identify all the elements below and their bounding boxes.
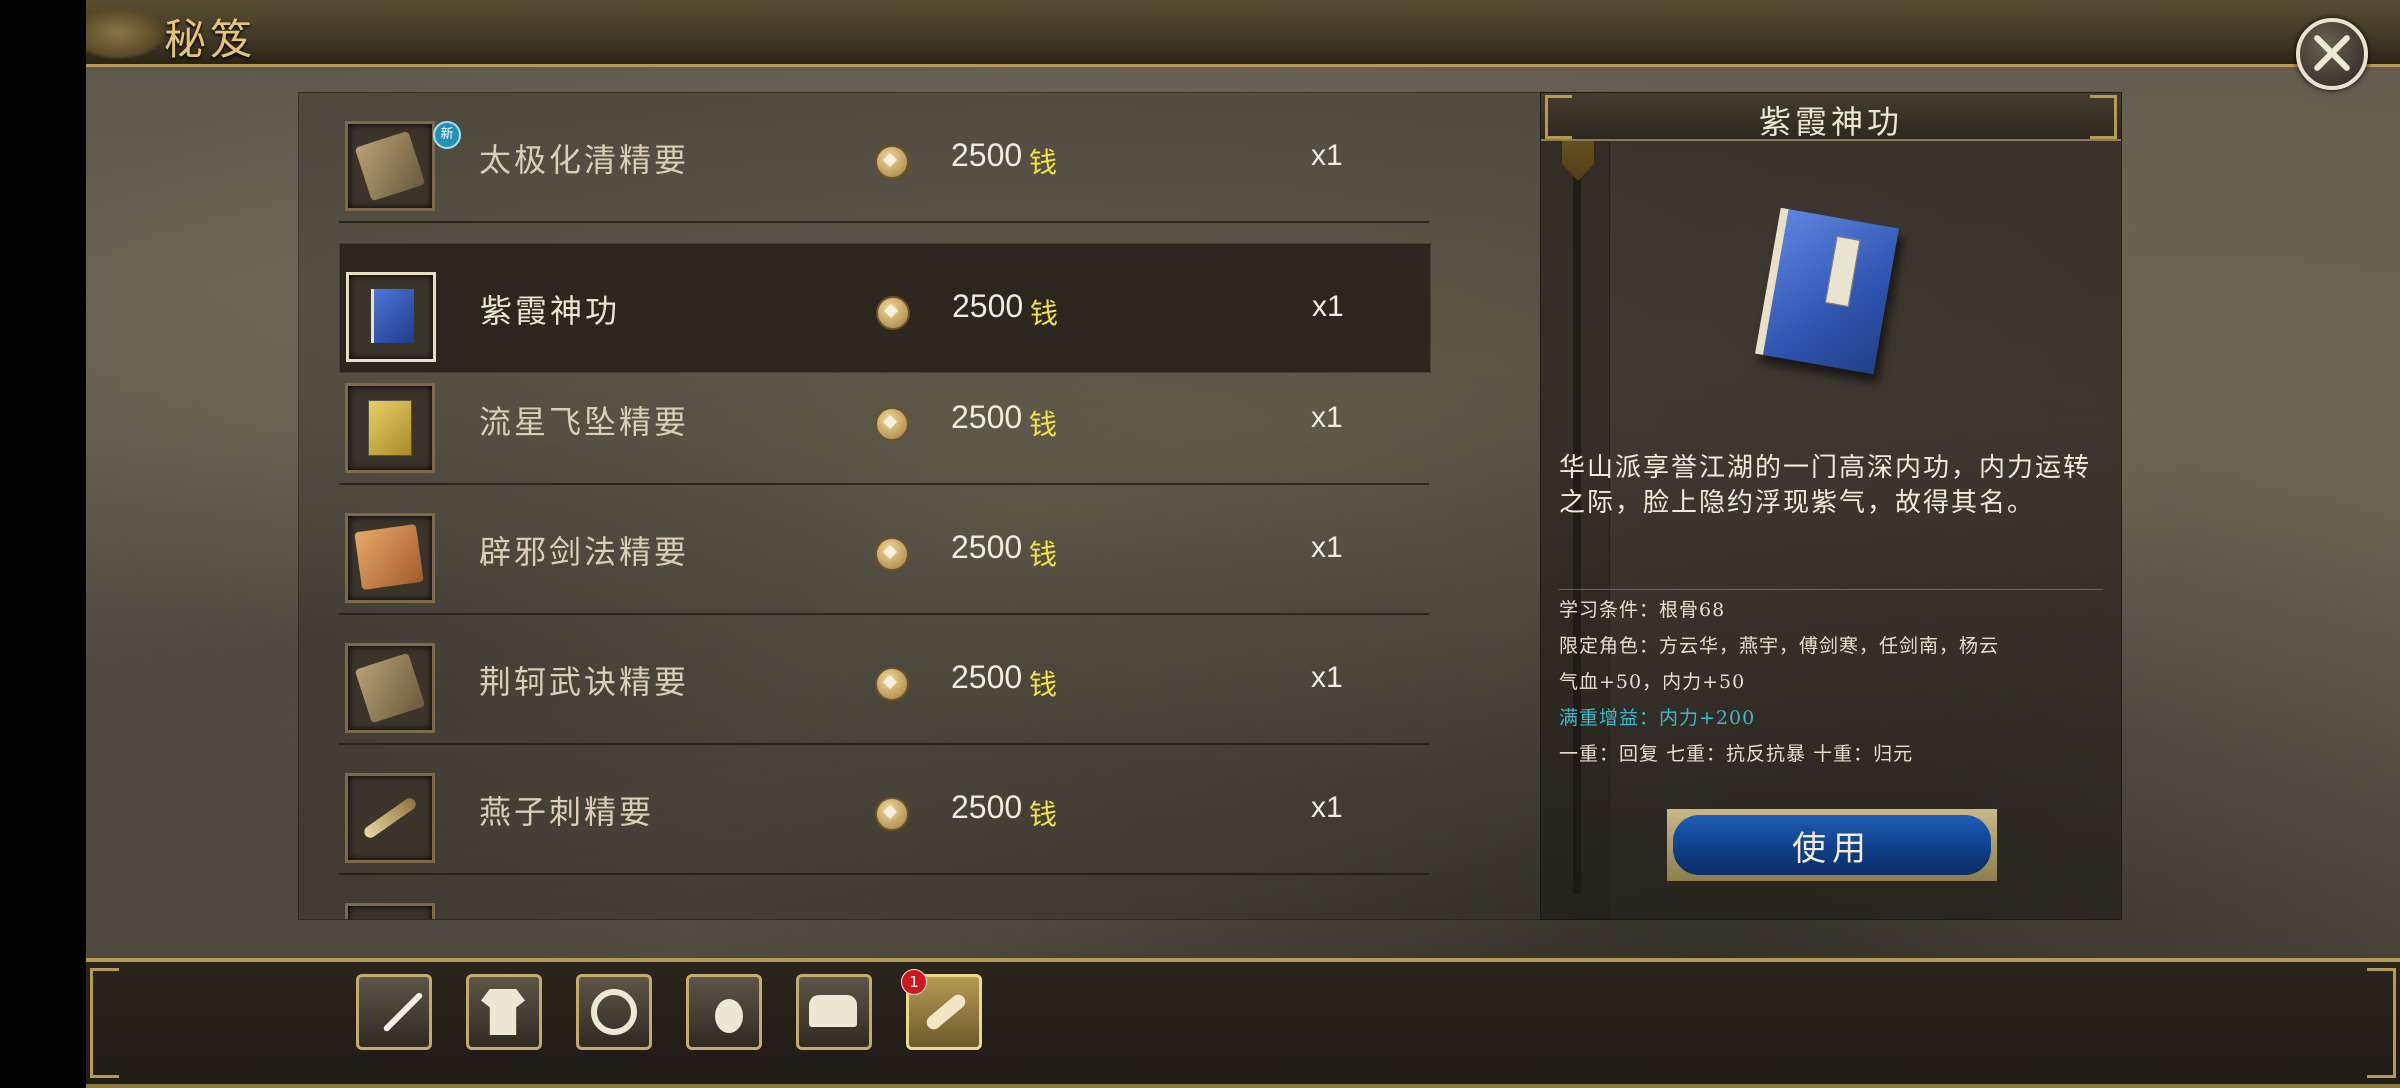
coin-icon bbox=[876, 296, 910, 330]
tool-weapon[interactable] bbox=[356, 974, 432, 1050]
stat-bonus: 气血+50，内力+50 bbox=[1559, 671, 1746, 693]
brush-scroll-icon bbox=[345, 773, 435, 863]
item-quantity: x1 bbox=[1312, 290, 1344, 323]
item-list[interactable]: 新 太极化清精要 2500 钱 x1 紫霞神功 2500 钱 x1 流星飞坠精要… bbox=[298, 92, 1610, 920]
title-ornament-icon bbox=[86, 6, 166, 60]
level-effects: 一重：回复 七重：抗反抗暴 十重：归元 bbox=[1559, 743, 1914, 765]
detail-header: 紫霞神功 bbox=[1541, 93, 2121, 141]
list-item-partial[interactable] bbox=[339, 875, 1429, 919]
use-button-label: 使用 bbox=[1792, 829, 1872, 869]
item-quantity: x1 bbox=[1311, 791, 1343, 824]
currency-label: 钱 bbox=[1029, 146, 1058, 179]
coin-icon bbox=[875, 797, 909, 831]
coin-icon bbox=[875, 667, 909, 701]
item-quantity: x1 bbox=[1311, 139, 1343, 172]
list-item[interactable]: 流星飞坠精要 2500 钱 x1 bbox=[339, 355, 1429, 485]
currency-label: 钱 bbox=[1029, 798, 1058, 831]
coin-icon bbox=[875, 537, 909, 571]
gourd-icon bbox=[715, 999, 743, 1033]
list-item[interactable]: 荆轲武诀精要 2500 钱 x1 bbox=[339, 615, 1429, 745]
armor-icon bbox=[481, 989, 525, 1035]
bottom-toolbar: 1 bbox=[86, 958, 2400, 1088]
list-item[interactable]: 辟邪剑法精要 2500 钱 x1 bbox=[339, 485, 1429, 615]
blue-book-icon bbox=[346, 272, 436, 362]
item-name: 太极化清精要 bbox=[479, 141, 690, 179]
close-button[interactable] bbox=[2296, 18, 2368, 90]
scroll-book-icon bbox=[345, 643, 435, 733]
item-price: 2500 bbox=[951, 137, 1023, 173]
yellow-book-icon bbox=[345, 383, 435, 473]
currency-label: 钱 bbox=[1029, 408, 1058, 441]
ring-icon bbox=[591, 989, 637, 1035]
item-name: 燕子刺精要 bbox=[479, 793, 655, 831]
tool-consumable[interactable] bbox=[686, 974, 762, 1050]
detail-title: 紫霞神功 bbox=[1758, 103, 1903, 141]
scroll-icon bbox=[923, 991, 969, 1033]
use-button[interactable]: 使用 bbox=[1667, 809, 1997, 881]
tool-manuals[interactable]: 1 bbox=[901, 969, 982, 1050]
item-price: 2500 bbox=[951, 789, 1023, 825]
coin-icon bbox=[875, 145, 909, 179]
item-name: 紫霞神功 bbox=[480, 292, 621, 330]
coin-icon bbox=[875, 407, 909, 441]
currency-label: 钱 bbox=[1029, 538, 1058, 571]
learn-requirement: 学习条件：根骨68 bbox=[1559, 599, 1726, 621]
item-name: 荆轲武诀精要 bbox=[479, 663, 690, 701]
item-name: 流星飞坠精要 bbox=[479, 403, 690, 441]
notification-badge: 1 bbox=[901, 969, 927, 995]
item-quantity: x1 bbox=[1311, 661, 1343, 694]
detail-description: 华山派享誉江湖的一门高深内功，内力运转之际，脸上隐约浮现紫气，故得其名。 bbox=[1559, 453, 2092, 518]
item-quantity: x1 bbox=[1311, 531, 1343, 564]
item-quantity: x1 bbox=[1311, 401, 1343, 434]
new-badge: 新 bbox=[433, 121, 461, 149]
item-price: 2500 bbox=[952, 288, 1024, 324]
page-title: 秘笈 bbox=[164, 15, 257, 64]
item-price: 2500 bbox=[951, 529, 1023, 565]
max-level-bonus: 满重增益：内力+200 bbox=[1559, 707, 1756, 729]
chest-icon bbox=[809, 995, 857, 1027]
detail-panel: 紫霞神功 华山派享誉江湖的一门高深内功，内力运转之际，脸上隐约浮现紫气，故得其名… bbox=[1540, 92, 2122, 920]
sword-icon bbox=[382, 991, 424, 1033]
scroll-book-icon bbox=[345, 121, 435, 211]
item-name: 辟邪剑法精要 bbox=[479, 533, 690, 571]
tool-armor[interactable] bbox=[466, 974, 542, 1050]
divider bbox=[1559, 589, 2103, 590]
list-item-selected[interactable]: 紫霞神功 2500 钱 x1 bbox=[339, 243, 1431, 373]
item-price: 2500 bbox=[951, 659, 1023, 695]
parchment-icon bbox=[345, 513, 435, 603]
list-item[interactable]: 燕子刺精要 2500 钱 x1 bbox=[339, 745, 1429, 875]
list-item[interactable]: 新 太极化清精要 2500 钱 x1 bbox=[339, 93, 1429, 223]
title-bar: 秘笈 bbox=[86, 0, 2400, 67]
tool-chest[interactable] bbox=[796, 974, 872, 1050]
item-icon bbox=[345, 903, 435, 919]
currency-label: 钱 bbox=[1029, 668, 1058, 701]
item-price: 2500 bbox=[951, 399, 1023, 435]
tool-accessory[interactable] bbox=[576, 974, 652, 1050]
limited-roles: 限定角色：方云华，燕宇，傅剑寒，任剑南，杨云 bbox=[1559, 635, 2000, 657]
currency-label: 钱 bbox=[1030, 297, 1059, 330]
manual-book-icon bbox=[1755, 207, 1899, 375]
